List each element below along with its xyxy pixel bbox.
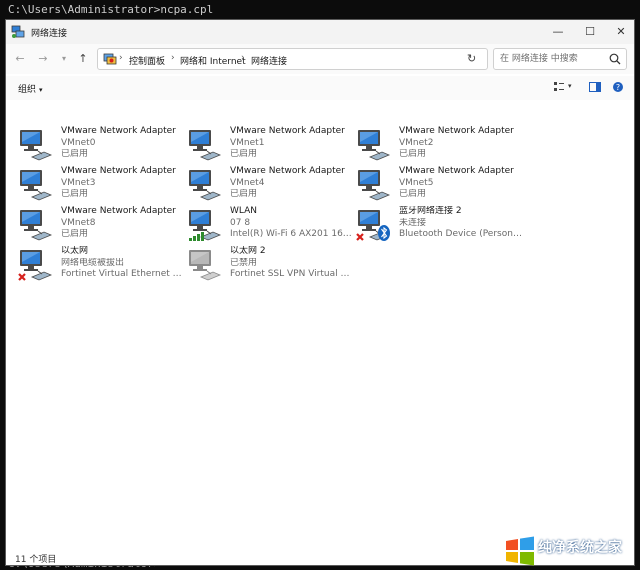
- svg-text:?: ?: [616, 83, 620, 92]
- network-adapter-icon: [189, 250, 222, 281]
- organize-menu-button[interactable]: 组织 ▾: [18, 82, 43, 95]
- network-adapter-icon: [18, 250, 53, 281]
- connection-name: VMware Network Adapter: [61, 126, 176, 136]
- connection-device: 已启用: [230, 189, 258, 199]
- connection-name: VMware Network Adapter: [61, 206, 176, 216]
- connection-item[interactable]: WLAN07 8Intel(R) Wi-Fi 6 AX201 160MHz: [185, 206, 354, 244]
- connection-detail: 07 8: [230, 217, 251, 228]
- control-panel-icon: [103, 53, 117, 65]
- connection-name: WLAN: [230, 206, 258, 216]
- refresh-icon[interactable]: ↻: [467, 52, 476, 65]
- connection-item[interactable]: VMware Network Adapter VMnet1 已启用: [185, 126, 351, 164]
- back-arrow-icon[interactable]: ←: [13, 52, 27, 66]
- connection-device: 已启用: [61, 189, 89, 199]
- site-watermark: 纯净系统之家 www.ycwjzy.com: [502, 533, 638, 569]
- connection-item[interactable]: VMware Network Adapter VMnet8 已启用: [16, 206, 182, 244]
- connection-device: Fortinet Virtual Ethernet Adapter: [61, 269, 185, 279]
- network-connections-app-icon: [11, 25, 25, 38]
- connection-detail: VMnet8: [61, 217, 96, 228]
- connection-name: 蓝牙网络连接 2: [399, 206, 462, 216]
- connection-name: VMware Network Adapter: [61, 166, 176, 176]
- connection-name: 以太网 2: [230, 246, 266, 256]
- close-button[interactable]: ✕: [606, 20, 634, 44]
- up-arrow-icon[interactable]: ↑: [76, 52, 90, 66]
- connection-detail: VMnet2: [399, 137, 434, 148]
- connection-device: Intel(R) Wi-Fi 6 AX201 160MHz: [230, 229, 354, 239]
- search-box[interactable]: [493, 48, 627, 70]
- connection-device: Fortinet SSL VPN Virtual Ethernet Adapte…: [230, 269, 354, 279]
- network-adapter-icon: [189, 130, 222, 161]
- connections-list: VMware Network Adapter VMnet0 已启用 VMware Ne…: [6, 100, 634, 545]
- connection-device: 已启用: [399, 149, 427, 159]
- connection-name: VMware Network Adapter: [399, 166, 514, 176]
- connection-item[interactable]: VMware Network Adapter VMnet4 已启用: [185, 166, 351, 204]
- wifi-network-icon: [189, 210, 222, 241]
- breadcrumb-separator: ›: [119, 53, 123, 63]
- windows-logo-icon: [506, 536, 534, 566]
- connection-device: 已启用: [61, 229, 89, 239]
- title-bar[interactable]: 网络连接 — ☐ ✕: [6, 20, 634, 44]
- connection-item[interactable]: VMware Network Adapter VMnet0 已启用: [16, 126, 182, 164]
- minimize-button[interactable]: —: [543, 20, 573, 44]
- connection-item[interactable]: VMware Network Adapter VMnet5 已启用: [354, 166, 520, 204]
- connection-name: VMware Network Adapter: [230, 126, 345, 136]
- connection-name: VMware Network Adapter: [230, 166, 345, 176]
- connection-detail: VMnet5: [399, 177, 434, 188]
- preview-pane-icon[interactable]: [589, 81, 601, 93]
- connection-name: 以太网: [61, 246, 89, 256]
- breadcrumb-network-internet[interactable]: 网络和 Internet: [180, 54, 246, 67]
- connection-item[interactable]: 以太网网络电缆被拔出Fortinet Virtual Ethernet Adap…: [16, 246, 185, 284]
- connection-detail: 未连接: [399, 217, 427, 228]
- change-view-icon[interactable]: [553, 81, 565, 93]
- recent-locations-chevron-icon[interactable]: ▾: [57, 52, 71, 66]
- help-icon[interactable]: ?: [612, 81, 624, 93]
- connection-detail: VMnet3: [61, 177, 96, 188]
- window-title: 网络连接: [31, 29, 68, 39]
- connection-detail: VMnet0: [61, 137, 96, 148]
- breadcrumb-separator: ›: [171, 53, 175, 63]
- forward-arrow-icon[interactable]: →: [36, 52, 50, 66]
- search-input[interactable]: [500, 52, 606, 66]
- command-bar: 组织 ▾ ▾ ?: [6, 76, 634, 100]
- connection-detail: 已禁用: [230, 257, 258, 268]
- chevron-down-icon: ▾: [39, 86, 43, 94]
- network-adapter-icon: [20, 130, 53, 161]
- connection-detail: VMnet1: [230, 137, 265, 148]
- connection-item[interactable]: 以太网 2已禁用Fortinet SSL VPN Virtual Etherne…: [185, 246, 354, 284]
- item-count: 11 个项目: [15, 555, 57, 565]
- connection-item[interactable]: VMware Network Adapter VMnet2 已启用: [354, 126, 520, 164]
- breadcrumb-separator: ›: [241, 53, 245, 63]
- connection-item[interactable]: VMware Network Adapter VMnet3 已启用: [16, 166, 182, 204]
- connection-detail: 网络电缆被拔出: [61, 257, 125, 268]
- navigation-bar: ← → ▾ ↑ › 控制面板 › 网络和 Internet › 网络连接 ↻: [6, 44, 634, 74]
- view-options-chevron-icon[interactable]: ▾: [568, 82, 572, 90]
- connection-name: VMware Network Adapter: [399, 126, 514, 136]
- connection-device: 已启用: [399, 189, 427, 199]
- bluetooth-network-icon: [356, 210, 391, 241]
- breadcrumb-network-connections[interactable]: 网络连接: [251, 54, 287, 67]
- organize-label: 组织: [18, 85, 37, 95]
- address-bar[interactable]: › 控制面板 › 网络和 Internet › 网络连接 ↻: [97, 48, 488, 70]
- connection-device: 已启用: [61, 149, 89, 159]
- network-adapter-icon: [189, 170, 222, 201]
- network-connections-window: 网络连接 — ☐ ✕ ← → ▾ ↑ › 控制面板 › 网络和 Internet…: [5, 19, 635, 566]
- network-adapter-icon: [358, 130, 391, 161]
- watermark-url: www.ycwjzy.com: [564, 556, 631, 565]
- network-adapter-icon: [20, 210, 53, 241]
- connection-device: Bluetooth Device (Personal Area Network): [399, 229, 523, 239]
- connection-device: 已启用: [230, 149, 258, 159]
- watermark-title: 纯净系统之家: [538, 540, 622, 556]
- console-command-line: C:\Users\Administrator>ncpa.cpl: [8, 3, 214, 16]
- connection-item[interactable]: 蓝牙网络连接 2未连接Bluetooth Device (Personal Ar…: [354, 206, 523, 244]
- breadcrumb-control-panel[interactable]: 控制面板: [129, 54, 165, 67]
- network-adapter-icon: [20, 170, 53, 201]
- maximize-button[interactable]: ☐: [575, 20, 605, 44]
- connection-detail: VMnet4: [230, 177, 265, 188]
- network-adapter-icon: [358, 170, 391, 201]
- search-icon[interactable]: [608, 52, 622, 66]
